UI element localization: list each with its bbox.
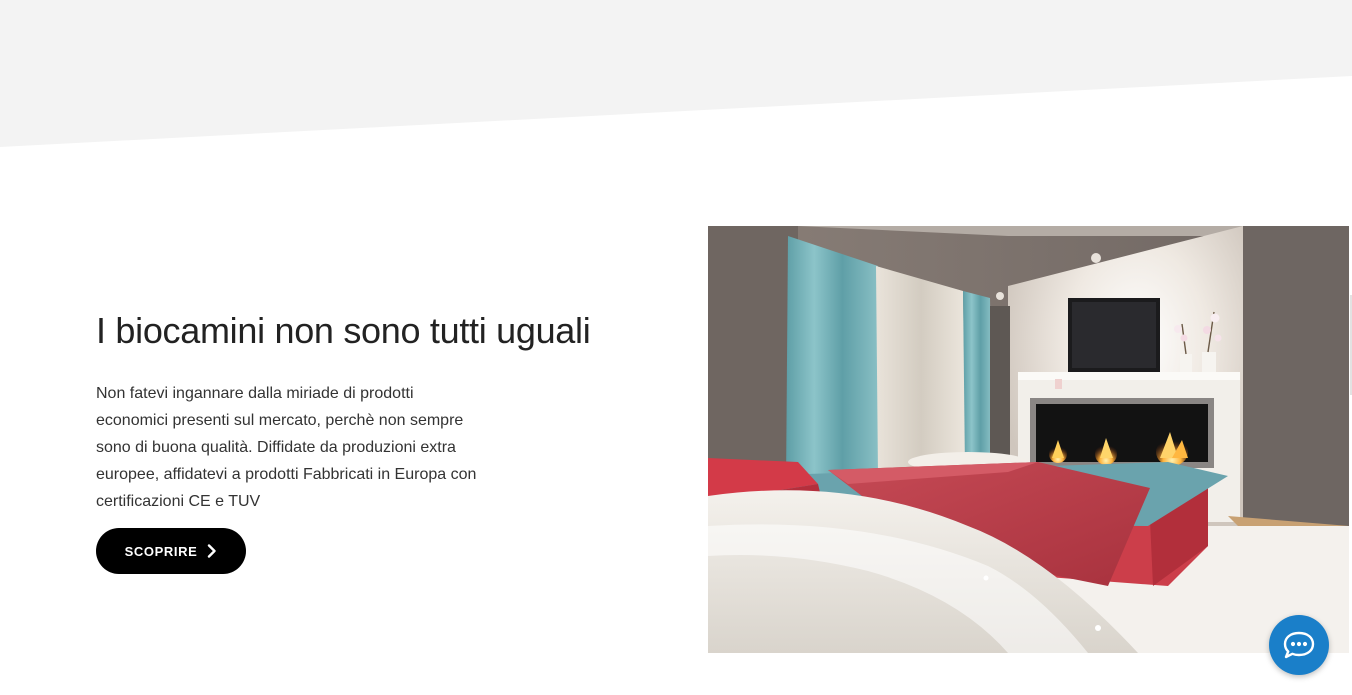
page: I biocamini non sono tutti uguali Non fa… <box>0 0 1352 695</box>
discover-button-label: SCOPRIRE <box>124 543 198 559</box>
chat-bubble-icon <box>1283 631 1315 659</box>
chevron-right-icon <box>207 544 217 558</box>
discover-button[interactable]: SCOPRIRE <box>96 528 246 574</box>
section-heading: I biocamini non sono tutti uguali <box>96 310 591 351</box>
bedroom-fireplace-image <box>708 226 1349 653</box>
top-decorative-band <box>0 0 1352 147</box>
section-description: Non fatevi ingannare dalla miriade di pr… <box>96 385 477 510</box>
live-chat-button[interactable] <box>1269 615 1329 675</box>
